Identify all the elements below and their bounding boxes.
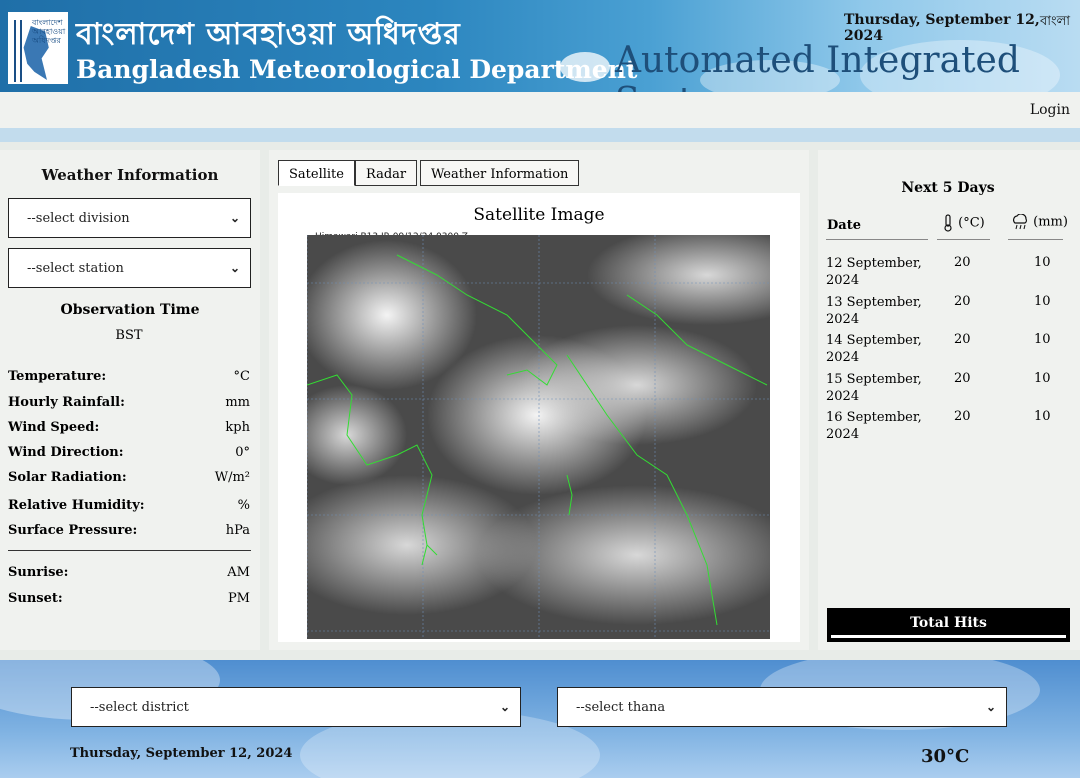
panel-title: Weather Information — [41, 166, 219, 184]
reading-unit: % — [237, 498, 250, 513]
forecast-date: 12 September, 2024 — [826, 256, 922, 288]
forecast-date: 13 September, 2024 — [826, 295, 922, 327]
satellite-content: Satellite Image Himawari B13 IR 09/12/24… — [278, 193, 800, 642]
reading-unit: 0° — [235, 445, 250, 460]
division-select-value: --select division — [27, 211, 130, 226]
reading-unit: W/m² — [214, 470, 250, 485]
tab-weather-information[interactable]: Weather Information — [420, 160, 580, 186]
reading-unit: hPa — [225, 523, 250, 538]
forecast-rain: 10 — [1034, 409, 1051, 424]
district-select[interactable]: --select district ⌄ — [71, 687, 521, 727]
reading-row: Surface Pressure: hPa — [8, 523, 250, 538]
forecast-rain: 10 — [1034, 332, 1051, 347]
col-header-rain: (mm) — [1011, 213, 1068, 230]
tab-satellite[interactable]: Satellite — [278, 160, 355, 186]
forecast-date: 14 September, 2024 — [826, 333, 922, 365]
observation-time-zone: BST — [115, 328, 143, 343]
district-weather-section: --select district ⌄ --select thana ⌄ Thu… — [0, 660, 1080, 778]
divider — [8, 550, 251, 551]
header-underline — [826, 239, 928, 240]
forecast-rain: 10 — [1034, 294, 1051, 309]
reading-row: Solar Radiation: W/m² — [8, 470, 250, 485]
forecast-temp: 20 — [954, 409, 971, 424]
tab-radar[interactable]: Radar — [355, 160, 418, 186]
reading-unit: kph — [225, 420, 250, 435]
station-select[interactable]: --select station ⌄ — [8, 248, 251, 288]
reading-label: Surface Pressure: — [8, 523, 138, 538]
header-underline — [1008, 239, 1063, 240]
reading-row: Temperature: °C — [8, 369, 250, 384]
divider-stripe — [0, 128, 1080, 142]
district-date: Thursday, September 12, 2024 — [70, 746, 293, 761]
login-link[interactable]: Login — [1030, 102, 1070, 118]
chevron-down-icon: ⌄ — [229, 211, 240, 225]
chevron-down-icon: ⌄ — [229, 261, 240, 275]
reading-row: Wind Direction: 0° — [8, 445, 250, 460]
sun-row: Sunset: PM — [8, 591, 250, 606]
site-title-english: Bangladesh Meteorological Department — [76, 55, 638, 84]
sun-unit: AM — [227, 565, 250, 580]
satellite-image-graphic — [307, 235, 770, 639]
satellite-image-title: Satellite Image — [473, 205, 605, 225]
thana-select[interactable]: --select thana ⌄ — [557, 687, 1007, 727]
thermometer-icon — [944, 214, 952, 232]
reading-unit: °C — [233, 369, 250, 384]
reading-label: Wind Speed: — [8, 420, 100, 435]
forecast-rain: 10 — [1034, 371, 1051, 386]
reading-row: Hourly Rainfall: mm — [8, 395, 250, 410]
forecast-temp: 20 — [954, 371, 971, 386]
division-select[interactable]: --select division ⌄ — [8, 198, 251, 238]
reading-row: Relative Humidity:% — [8, 498, 250, 513]
bmd-logo[interactable]: বাংলাদেশ আবহাওয়া অধিদপ্তর — [8, 12, 68, 84]
station-select-value: --select station — [27, 261, 124, 276]
satellite-image[interactable] — [307, 235, 770, 639]
district-select-value: --select district — [90, 700, 189, 715]
sun-label: Sunset: — [8, 591, 63, 606]
reading-label: Solar Radiation: — [8, 470, 127, 485]
system-title: Automated Integrated System — [615, 40, 1020, 92]
col-header-temp-label: (°C) — [958, 215, 985, 231]
forecast-temp: 20 — [954, 255, 971, 270]
forecast-temp: 20 — [954, 294, 971, 309]
forecast-title: Next 5 Days — [901, 180, 995, 196]
reading-label: Relative Humidity: — [8, 498, 145, 513]
col-header-date: Date — [827, 218, 861, 233]
language-toggle-link[interactable]: বাংলা — [1040, 12, 1070, 33]
logo-text: বাংলাদেশ আবহাওয়া অধিদপ্তর — [32, 18, 66, 45]
sun-unit: PM — [227, 591, 250, 606]
forecast-rain: 10 — [1034, 255, 1051, 270]
district-temperature: 30°C — [921, 746, 970, 767]
anemometer-icon — [14, 20, 22, 82]
sun-label: Sunrise: — [8, 565, 69, 580]
reading-label: Wind Direction: — [8, 445, 124, 460]
forecast-date: 15 September, 2024 — [826, 372, 922, 404]
thana-select-value: --select thana — [576, 700, 666, 715]
rain-cloud-icon — [1013, 213, 1027, 230]
col-header-temp: (°C) — [942, 214, 985, 232]
reading-label: Hourly Rainfall: — [8, 395, 125, 410]
col-header-rain-label: (mm) — [1033, 214, 1068, 230]
forecast-temp: 20 — [954, 332, 971, 347]
chevron-down-icon: ⌄ — [985, 700, 996, 714]
site-title-bangla: বাংলাদেশ আবহাওয়া অধিদপ্তর — [76, 17, 461, 52]
forecast-panel: Next 5 Days Date (°C) (mm) 12 September,… — [818, 150, 1080, 650]
forecast-date: 16 September, 2024 — [826, 410, 922, 442]
total-hits-counter: Total Hits — [827, 608, 1070, 642]
sun-row: Sunrise: AM — [8, 565, 250, 580]
chevron-down-icon: ⌄ — [499, 700, 510, 714]
reading-row: Wind Speed: kph — [8, 420, 250, 435]
site-header: বাংলাদেশ আবহাওয়া অধিদপ্তর বাংলাদেশ আবহা… — [0, 0, 1080, 92]
reading-unit: mm — [225, 395, 250, 410]
observation-time-title: Observation Time — [60, 302, 200, 318]
reading-label: Temperature: — [8, 369, 107, 384]
top-nav-bar: Login — [0, 92, 1080, 128]
weather-info-panel: Weather Information --select division ⌄ … — [0, 150, 260, 650]
map-panel: Satellite Radar Weather Information Sate… — [269, 150, 809, 650]
header-underline — [937, 239, 990, 240]
